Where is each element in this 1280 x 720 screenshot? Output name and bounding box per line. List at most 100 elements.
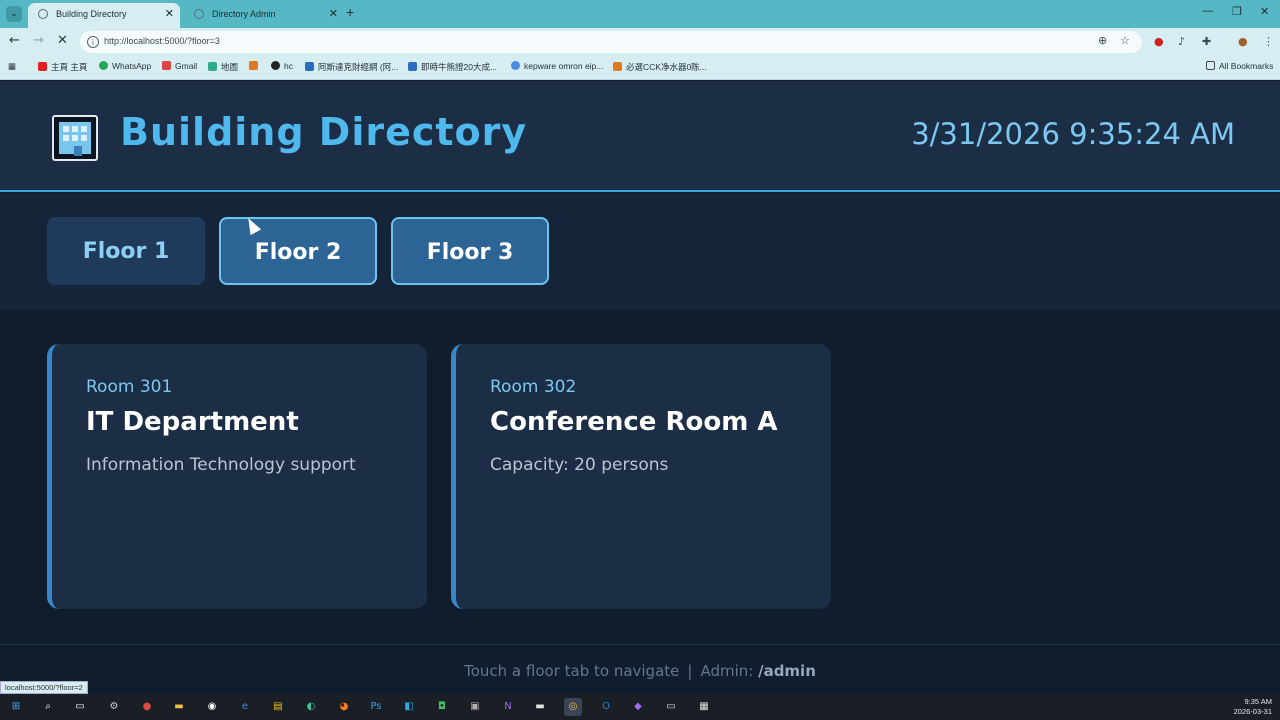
app-icon[interactable]: ● [138,698,156,716]
aastocks-icon [305,62,314,71]
youtube-icon [38,62,47,71]
close-icon[interactable]: ✕ [165,3,174,25]
terminal-icon[interactable]: ▬ [531,698,549,716]
room-description: Information Technology support [86,455,356,475]
taskbar-date: 2026-03-31 [1233,707,1272,716]
loading-icon [38,9,48,19]
visual-studio-icon[interactable]: N [499,698,517,716]
site-info-icon[interactable]: i [87,36,99,48]
bookmark-whatsapp[interactable]: WhatsApp [99,61,151,71]
whatsapp-icon [99,61,108,70]
room-description: Capacity: 20 persons [490,455,669,475]
more-menu-icon[interactable]: ⋮ [1263,35,1274,48]
datetime-display: 3/31/2026 9:35:24 AM [911,117,1235,151]
bookmarks-bar: ▦ 主頁 主頁 WhatsApp Gmail 地圖 hc 阿斯達克財經網 (阿.… [0,56,1280,80]
floor-tab-1[interactable]: Floor 1 [47,217,205,285]
tab-search-chevron-icon[interactable]: ⌄ [6,6,22,22]
file-explorer-icon[interactable]: ▬ [170,698,188,716]
tab-title: Building Directory [56,9,127,19]
folder-icon [1206,61,1215,70]
status-bar-url: localhost:5000/?floor=2 [0,681,88,694]
apps-grid-icon[interactable]: ▦ [8,61,16,72]
page-title: Building Directory [120,110,528,154]
bookmark-cbbc[interactable]: 即時牛熊證20大成... [408,61,497,73]
extensions-puzzle-icon[interactable]: ✚ [1202,35,1211,48]
app-icon[interactable]: ◆ [629,698,647,716]
gmail-icon [162,61,171,70]
rss-icon [249,61,258,70]
stop-loading-icon[interactable]: ✕ [57,33,68,48]
site-icon [271,61,280,70]
bookmark-cck[interactable]: 必選CCK净水器0陈... [613,61,707,73]
admin-link[interactable]: /admin [758,662,816,680]
bookmark-youtube[interactable]: 主頁 主頁 [38,61,87,73]
close-icon[interactable]: ✕ [329,3,338,25]
chrome-icon[interactable]: ◎ [564,698,582,716]
zoom-icon[interactable]: ⊕ [1098,34,1107,47]
floor-tabs: Floor 1 Floor 2 Floor 3 [0,193,1280,310]
bookmark-rss[interactable] [249,61,262,71]
room-number: Room 302 [490,377,577,397]
microphone-icon[interactable]: ♪ [1178,35,1185,48]
room-list: Room 301 IT Department Information Techn… [0,310,1280,644]
system-clock[interactable]: 9:35 AM 2026-03-31 [1234,697,1272,717]
aastocks-icon [408,62,417,71]
firefox-icon[interactable]: ◕ [335,698,353,716]
rss-icon [613,62,622,71]
floor-tab-3[interactable]: Floor 3 [391,217,549,285]
page-footer: Touch a floor tab to navigate | Admin: /ad… [0,644,1280,694]
app-icon[interactable]: ◧ [400,698,418,716]
bookmark-aastocks[interactable]: 阿斯達克財經網 (阿... [305,61,398,73]
window-close-icon[interactable]: ✕ [1260,5,1269,18]
room-name: Conference Room A [490,407,778,437]
task-view-icon[interactable]: ▭ [71,698,89,716]
notes-icon[interactable]: ▤ [269,698,287,716]
room-card[interactable]: Room 301 IT Department Information Techn… [47,344,427,609]
app-icon[interactable]: ▦ [695,698,713,716]
room-number: Room 301 [86,377,173,397]
edge-legacy-icon[interactable]: e [236,698,254,716]
all-bookmarks-button[interactable]: All Bookmarks [1206,61,1273,71]
bookmark-maps[interactable]: 地圖 [208,61,238,73]
address-bar[interactable]: i http://localhost:5000/?floor=3 ⊕ ☆ [80,31,1142,53]
footer-hint: Touch a floor tab to navigate [464,662,680,680]
floor-tab-2[interactable]: Floor 2 [219,217,377,285]
footer-separator: | [687,662,693,680]
google-icon [511,61,520,70]
forward-arrow-icon[interactable]: → [33,33,44,48]
restore-icon[interactable]: ❐ [1232,5,1242,18]
settings-gear-icon[interactable]: ⚙ [105,698,123,716]
search-icon[interactable]: ⌕ [39,698,57,716]
building-icon [52,115,98,161]
taskbar-time: 9:35 AM [1244,697,1272,706]
windows-start-icon[interactable]: ⊞ [7,698,25,716]
os-taskbar: ⊞ ⌕ ▭ ⚙ ● ▬ ◉ e ▤ ◐ ◕ Ps ◧ ◘ ▣ N ▬ ◎ O ◆… [0,694,1280,720]
app-icon[interactable]: ◘ [433,698,451,716]
media-icon[interactable]: ◉ [203,698,221,716]
room-name: IT Department [86,407,299,437]
photoshop-icon[interactable]: Ps [367,698,385,716]
browser-toolbar: ← → ✕ i http://localhost:5000/?floor=3 ⊕… [0,28,1280,56]
minimize-icon[interactable]: — [1202,5,1213,17]
tab-title: Directory Admin [212,9,276,19]
outlook-icon[interactable]: O [597,698,615,716]
console-icon[interactable]: ▭ [662,698,680,716]
opera-extension-icon[interactable]: ● [1154,35,1164,48]
browser-tab-building-directory[interactable]: Building Directory ✕ [28,3,180,28]
edge-icon[interactable]: ◐ [302,698,320,716]
bookmark-hc[interactable]: hc [271,61,293,71]
browser-tab-strip: ⌄ Building Directory ✕ Directory Admin ✕… [0,0,1280,28]
profile-avatar[interactable]: ● [1238,35,1248,48]
bookmark-gmail[interactable]: Gmail [162,61,197,71]
room-card[interactable]: Room 302 Conference Room A Capacity: 20 … [451,344,831,609]
maps-pin-icon [208,62,217,71]
new-tab-plus-icon[interactable]: + [346,4,354,20]
globe-icon [194,9,204,19]
back-arrow-icon[interactable]: ← [9,33,20,48]
browser-tab-directory-admin[interactable]: Directory Admin ✕ [184,3,344,28]
bookmark-kepware[interactable]: kepware omron eip... [511,61,603,71]
app-icon[interactable]: ▣ [466,698,484,716]
url-text[interactable]: http://localhost:5000/?floor=3 [104,36,220,46]
bookmark-star-icon[interactable]: ☆ [1120,34,1130,47]
admin-label: Admin: [700,662,754,680]
